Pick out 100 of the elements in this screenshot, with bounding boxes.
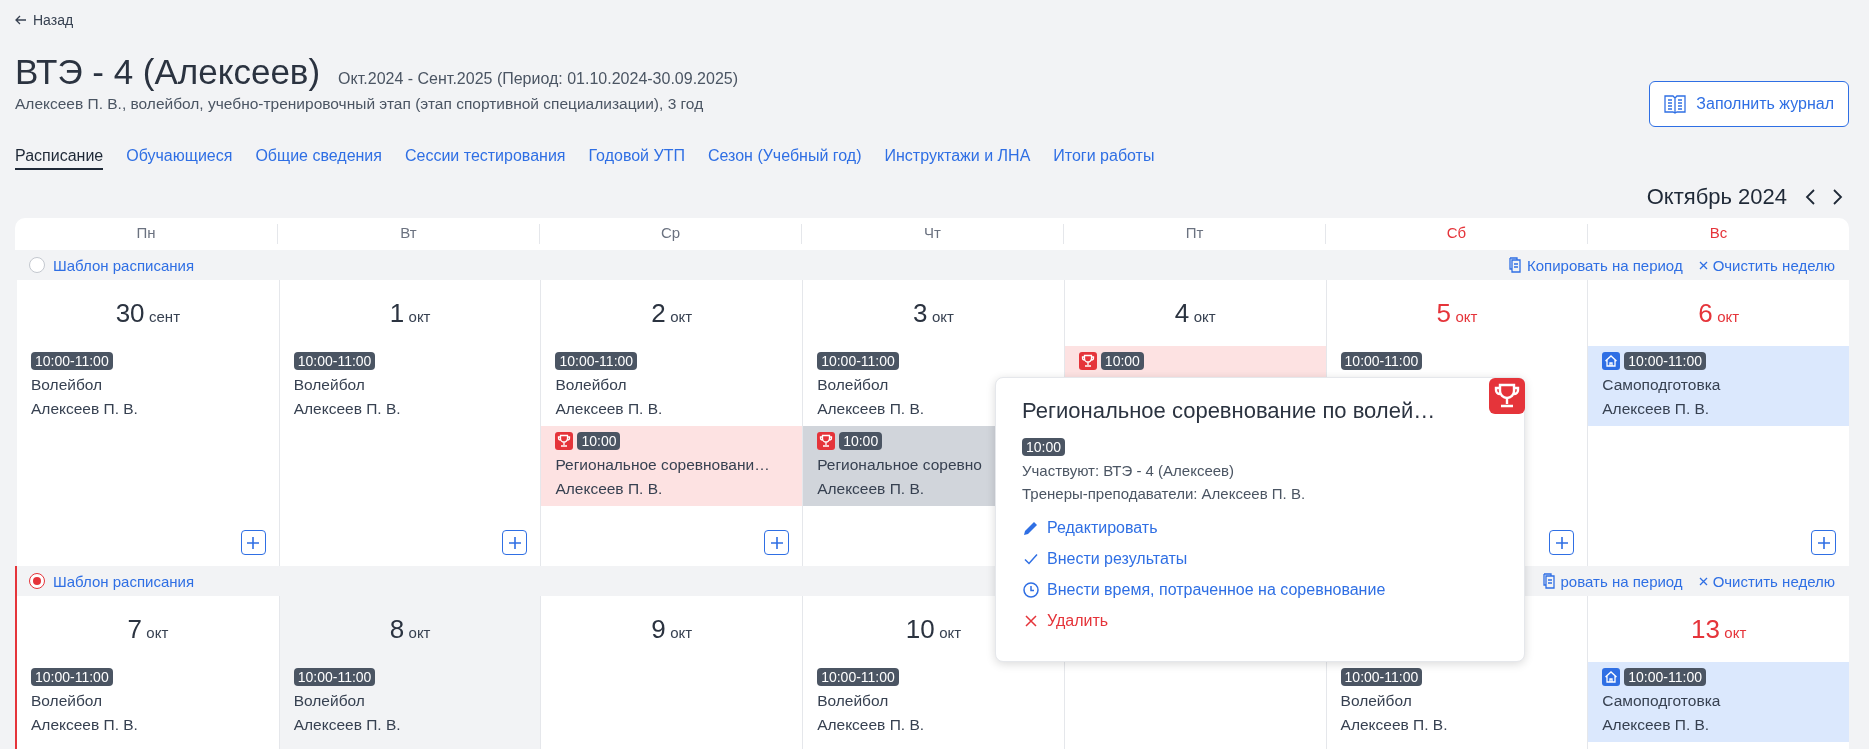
plus-icon xyxy=(769,535,784,550)
event-title: Волейбол xyxy=(293,376,366,394)
tab[interactable]: Расписание xyxy=(15,147,104,170)
trophy-icon xyxy=(1078,352,1097,370)
time-badge: 10:00-11:00 xyxy=(817,352,899,370)
time-badge: 10:00-11:00 xyxy=(293,668,376,686)
event-card[interactable]: 10:00-11:00 Волейбол Алексеев П. В. xyxy=(17,346,279,426)
clock-icon xyxy=(1022,581,1040,599)
clear-week-link[interactable]: Очистить неделю xyxy=(1698,572,1835,590)
coach-name: Алексеев П. В. xyxy=(1602,400,1711,418)
time-badge: 10:00-11:00 xyxy=(1340,668,1423,686)
date-label: 13 окт xyxy=(1690,613,1747,645)
house-icon xyxy=(1602,352,1621,370)
template-label[interactable]: Шаблон расписания xyxy=(53,572,195,590)
coach-name: Алексеев П. В. xyxy=(293,400,402,418)
date-label: 9 окт xyxy=(651,613,693,645)
event-title: Волейбол xyxy=(555,376,628,394)
month-title: Октябрь 2024 xyxy=(1646,184,1787,210)
add-button[interactable] xyxy=(764,530,790,555)
back-link[interactable]: Назад xyxy=(15,12,74,28)
tab[interactable]: Итоги работы xyxy=(1053,147,1155,170)
event-card[interactable]: 10:00-11:00 Самоподготовка Алексеев П. В. xyxy=(1588,346,1849,426)
date-label: 8 окт xyxy=(389,613,431,645)
coach-name: Алексеев П. В. xyxy=(293,716,402,734)
event-card[interactable]: 10:00 Региональное соревновани… Алексеев П. В. xyxy=(541,426,803,506)
trophy-icon xyxy=(555,432,574,450)
event-card[interactable]: 10:00 xyxy=(1064,346,1326,378)
event-card[interactable]: 10:00-11:00 Волейбол Алексеев П. В. xyxy=(17,662,279,742)
tab[interactable]: Годовой УТП xyxy=(588,147,685,170)
weekday-label: Чт xyxy=(924,224,941,241)
weekday-label: Пн xyxy=(136,224,156,241)
event-card[interactable]: 10:00-11:00 Волейбол Алексеев П. В. xyxy=(1326,662,1588,742)
close-icon xyxy=(1698,576,1708,586)
time-badge: 10:00-11:00 xyxy=(31,668,113,686)
template-label[interactable]: Шаблон расписания xyxy=(53,256,195,274)
coach-name: Алексеев П. В. xyxy=(1602,716,1711,734)
tab[interactable]: Сессии тестирования xyxy=(404,147,566,170)
time-badge: 10:00-11:00 xyxy=(1624,668,1706,686)
weekday-label: Сб xyxy=(1446,224,1467,241)
page-title: ВТЭ - 4 (Алексеев) xyxy=(15,51,321,93)
coach-name: Алексеев П. В. xyxy=(555,480,664,498)
event-title: Волейбол xyxy=(1340,692,1413,710)
event-card[interactable]: 10:00-11:00 Волейбол Алексеев П. В. xyxy=(279,662,541,742)
event-title: Волейбол xyxy=(293,692,366,710)
copy-link[interactable]: ровать на период xyxy=(1541,572,1683,590)
popover-title: Региональное соревнование по волей… xyxy=(1022,398,1437,424)
event-card[interactable]: 10:00-11:00 Волейбол Алексеев П. В. xyxy=(803,662,1064,742)
weekday-label: Ср xyxy=(660,224,681,241)
coach-name: Алексеев П. В. xyxy=(817,716,926,734)
copy-icon xyxy=(1541,573,1556,589)
plus-icon xyxy=(246,535,261,550)
add-button[interactable] xyxy=(502,530,528,555)
fill-journal-button[interactable]: Заполнить журнал xyxy=(1649,81,1849,127)
date-label: 30 сент xyxy=(115,297,181,329)
add-button[interactable] xyxy=(1811,530,1836,555)
time-badge: 10:00 xyxy=(1022,438,1066,456)
pencil-icon xyxy=(1022,519,1040,537)
time-badge: 10:00-11:00 xyxy=(1340,352,1423,370)
trophy-icon xyxy=(817,432,836,450)
popover-action[interactable]: Внести время, потраченное на соревнование xyxy=(1022,581,1498,599)
coach-name: Алексеев П. В. xyxy=(1340,716,1449,734)
back-arrow-icon xyxy=(15,15,27,25)
add-button[interactable] xyxy=(1549,530,1575,555)
event-card[interactable]: 10:00-11:00 Волейбол Алексеев П. В. xyxy=(541,346,803,426)
time-badge: 10:00-11:00 xyxy=(817,668,899,686)
radio-button[interactable] xyxy=(29,573,45,589)
event-title: Волейбол xyxy=(817,692,890,710)
plus-icon xyxy=(1554,535,1569,550)
date-label: 6 окт xyxy=(1698,297,1740,329)
plus-icon xyxy=(507,535,522,550)
add-button[interactable] xyxy=(240,530,266,555)
event-card[interactable]: 10:00-11:00 Самоподготовка Алексеев П. В. xyxy=(1588,662,1849,742)
date-label: 4 окт xyxy=(1174,297,1216,329)
coach-name: Алексеев П. В. xyxy=(31,400,139,418)
copy-link[interactable]: Копировать на период xyxy=(1507,256,1683,274)
house-icon xyxy=(1602,668,1621,686)
event-card[interactable]: 10:00-11:00 xyxy=(1326,346,1588,378)
coach-name: Алексеев П. В. xyxy=(555,400,664,418)
popover-action[interactable]: Редактировать xyxy=(1022,519,1498,537)
event-title: Региональное соревновани… xyxy=(555,456,771,474)
tab[interactable]: Общие сведения xyxy=(255,147,382,170)
date-label: 2 окт xyxy=(651,297,693,329)
event-title: Волейбол xyxy=(31,692,104,710)
event-card[interactable]: 10:00-11:00 Волейбол Алексеев П. В. xyxy=(279,346,541,426)
radio-button[interactable] xyxy=(29,257,45,273)
subtitle-text: Алексеев П. В., волейбол, учебно-тренировочный этап (этап спортивной специализации), 3 год xyxy=(15,95,705,113)
date-label: 1 окт xyxy=(389,297,431,329)
popover-action[interactable]: Внести результаты xyxy=(1022,550,1498,568)
tab[interactable]: Сезон (Учебный год) xyxy=(707,147,862,170)
popover-action[interactable]: Удалить xyxy=(1022,612,1498,630)
time-badge: 10:00-11:00 xyxy=(555,352,638,370)
clear-week-link[interactable]: Очистить неделю xyxy=(1698,256,1835,274)
event-title: Волейбол xyxy=(31,376,104,394)
tab[interactable]: Обучающиеся xyxy=(126,147,233,170)
time-badge: 10:00 xyxy=(839,432,883,450)
weekday-label: Пт xyxy=(1185,224,1204,241)
date-label: 10 окт xyxy=(905,613,962,645)
tab[interactable]: Инструктажи и ЛНА xyxy=(884,147,1031,170)
event-title: Волейбол xyxy=(817,376,890,394)
weekday-label: Вт xyxy=(400,224,417,241)
